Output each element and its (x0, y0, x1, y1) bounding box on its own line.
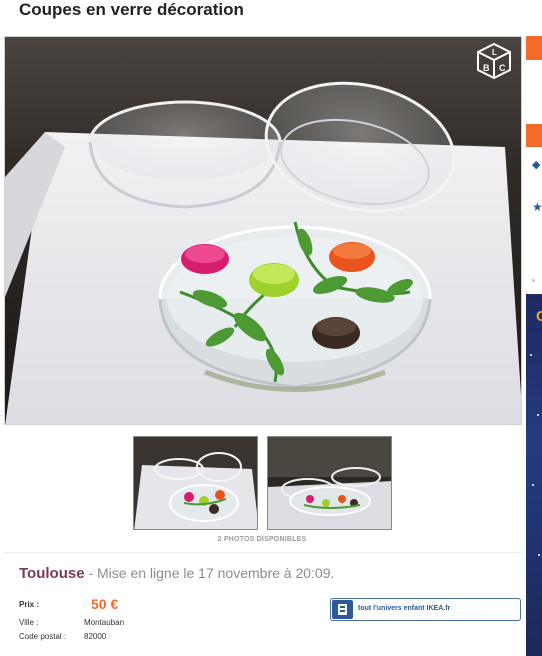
star-icon: ★ (532, 200, 542, 214)
postal-value: 82000 (84, 632, 107, 641)
sidebar-orange-block[interactable] (526, 36, 542, 60)
sidebar-small-text: e (532, 278, 536, 284)
listing-city[interactable]: Toulouse (19, 565, 85, 582)
sidebar-orange-block-2[interactable] (526, 124, 542, 147)
ikea-promo-link[interactable]: tout l'univers enfant IKEA.fr (330, 598, 521, 621)
ad-star-dot (537, 414, 539, 416)
listing-title: Coupes en verre décoration (19, 0, 244, 19)
location-line: Toulouse - Mise en ligne le 17 novembre … (19, 565, 334, 582)
svg-text:B: B (483, 63, 490, 73)
ikea-icon (332, 600, 353, 619)
svg-text:C: C (499, 63, 506, 73)
photos-count: 2 PHOTOS DISPONIBLES (217, 536, 307, 543)
ad-star-dot (530, 354, 532, 356)
posted-date: - Mise en ligne le 17 novembre à 20:09. (88, 565, 335, 581)
tag-icon: ◆ (532, 159, 541, 171)
ad-letter: C (536, 308, 542, 325)
lbc-cube-icon: L B C (477, 42, 511, 80)
divider (4, 552, 522, 553)
listing-page: Coupes en verre décoration L B C 2 PHOTO… (0, 0, 542, 656)
svg-text:L: L (492, 48, 497, 57)
city-value: Montauban (84, 618, 125, 627)
sidebar-ad-banner[interactable]: C (526, 294, 542, 656)
price-label: Prix : (19, 600, 40, 609)
postal-label: Code postal : (19, 632, 67, 641)
ad-star-dot (532, 484, 534, 486)
price-value: 50 € (91, 596, 119, 612)
thumbnail-2[interactable] (267, 436, 392, 530)
ikea-promo-text: tout l'univers enfant IKEA.fr (358, 605, 451, 612)
thumbnail-1[interactable] (133, 436, 258, 530)
main-photo[interactable] (4, 36, 522, 425)
city-label: Ville : (19, 618, 39, 627)
ad-star-dot (538, 554, 540, 556)
